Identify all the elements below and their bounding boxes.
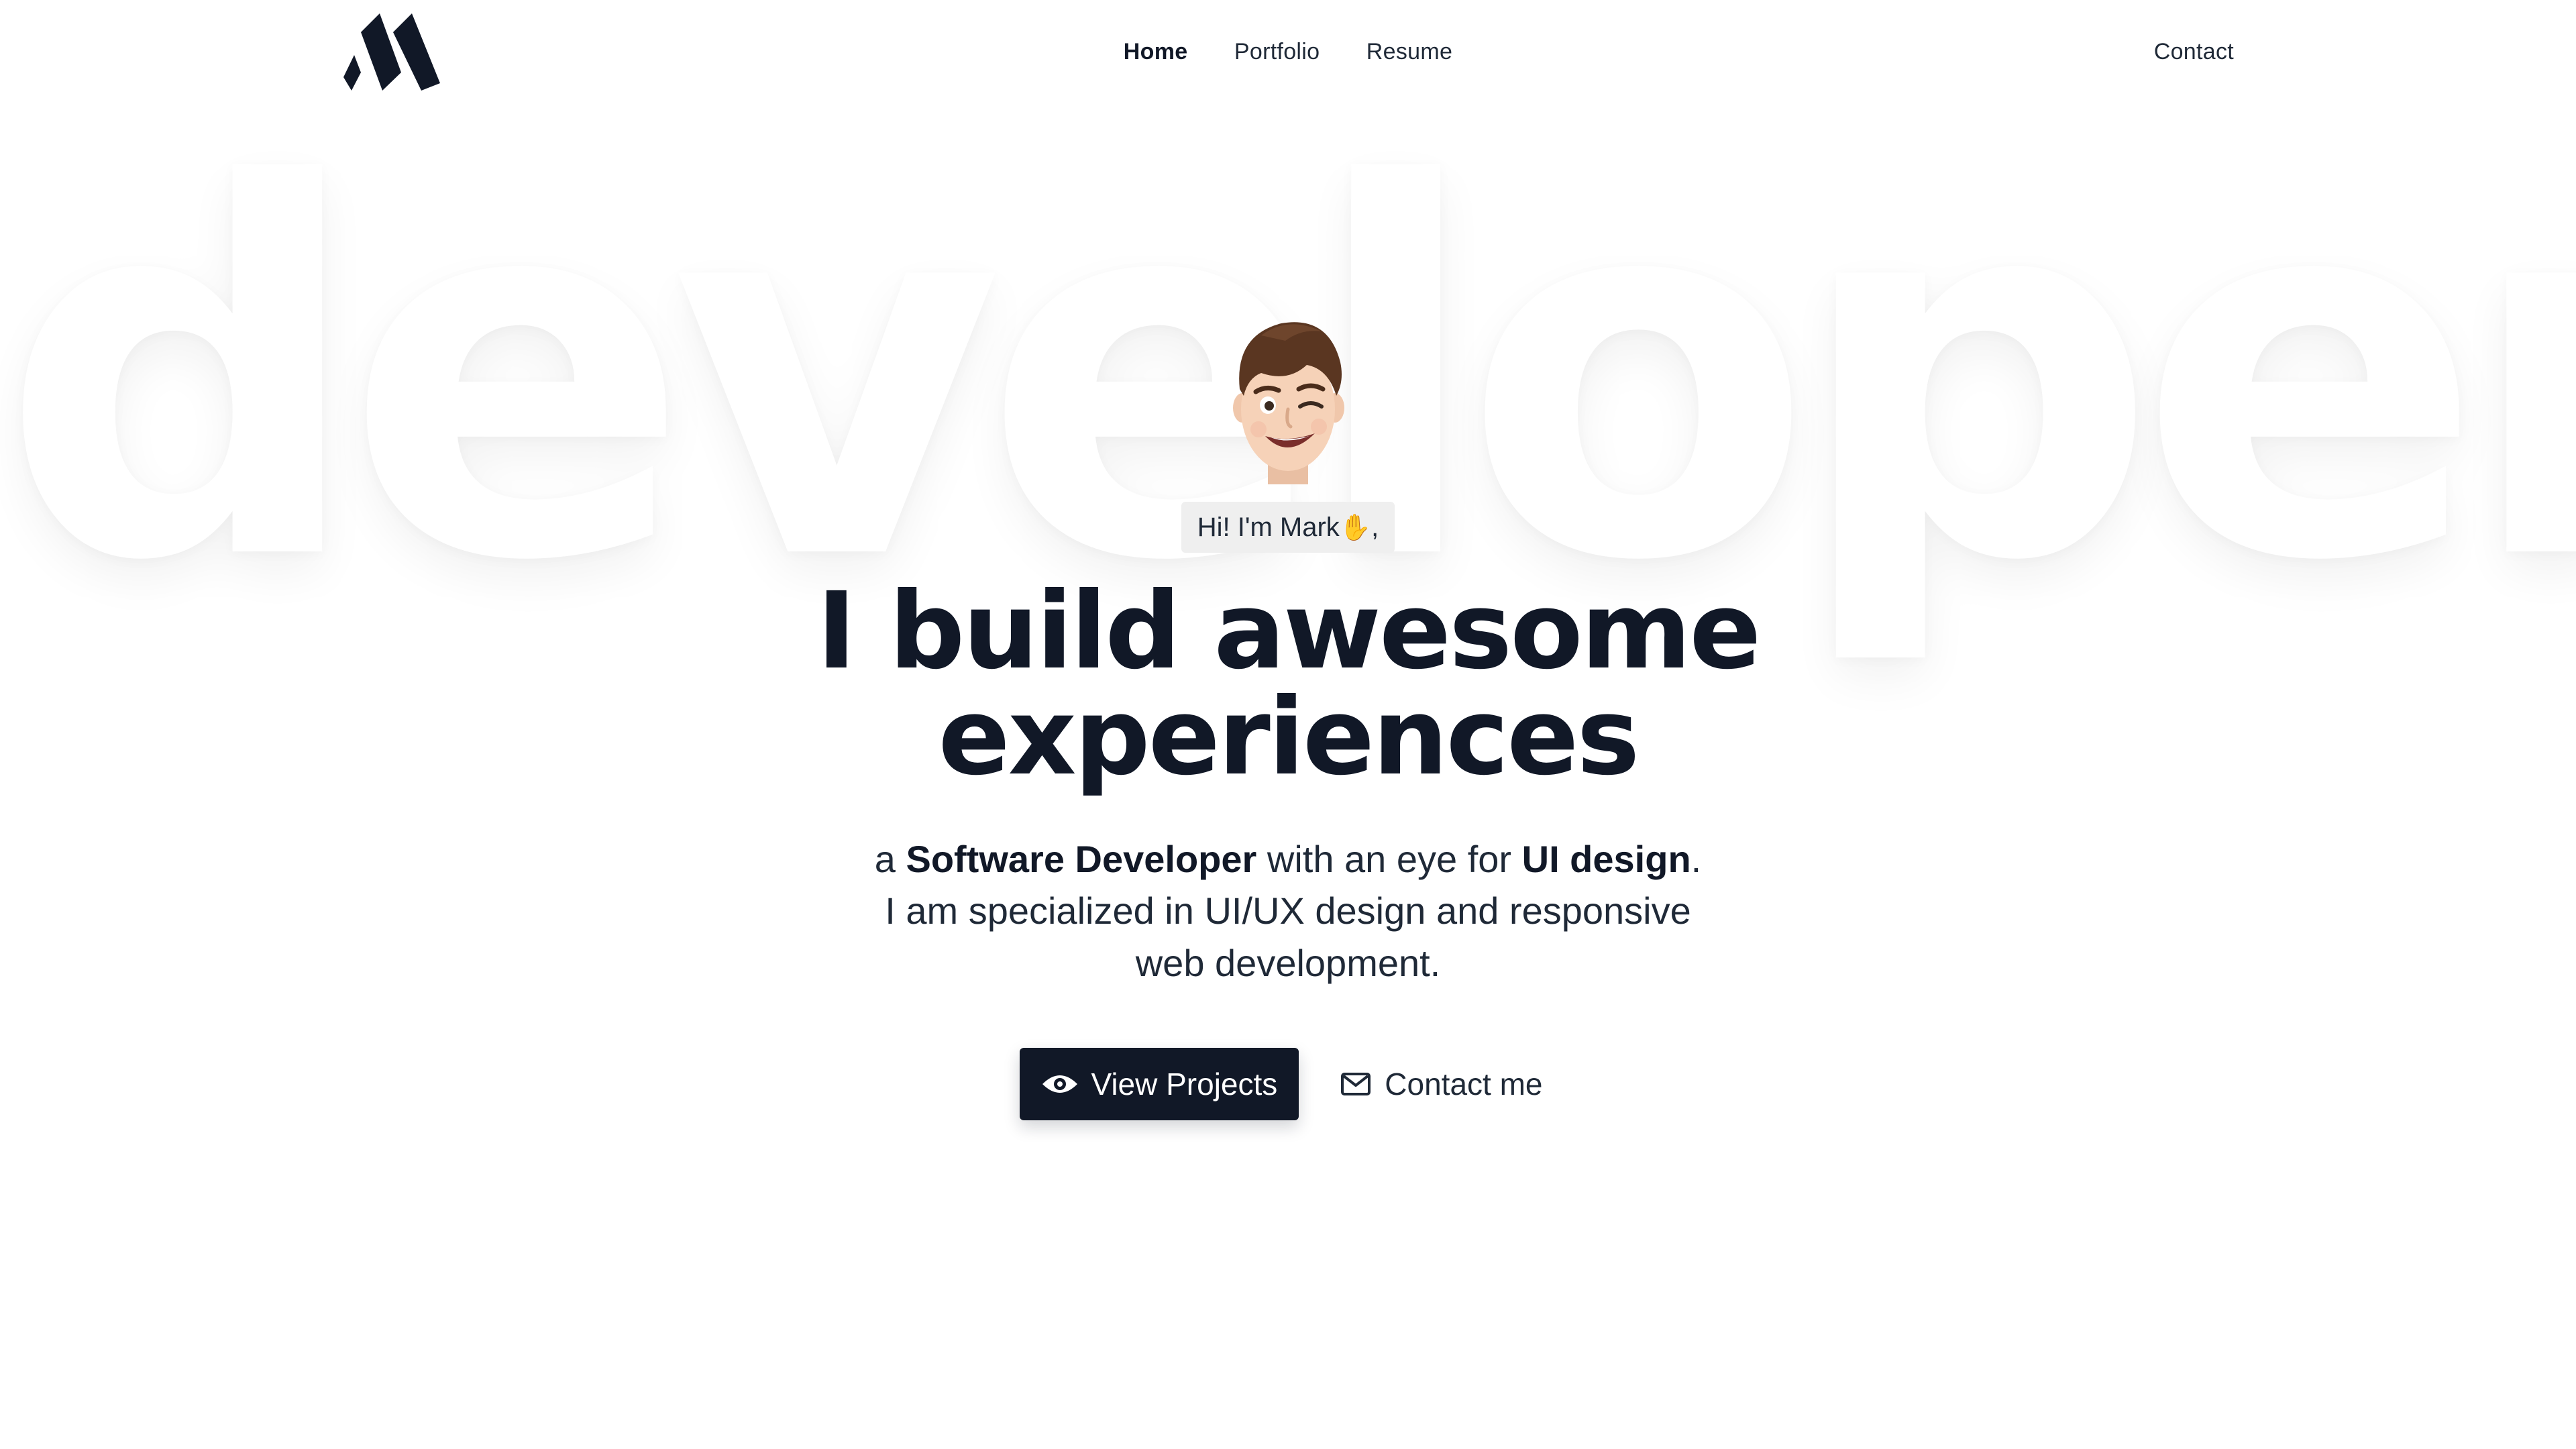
waving-hand-icon: ✋ (1339, 513, 1372, 542)
subtitle-strong-role: Software Developer (906, 838, 1257, 880)
mail-icon (1341, 1072, 1371, 1095)
view-projects-label: View Projects (1091, 1066, 1278, 1102)
nav-portfolio[interactable]: Portfolio (1234, 39, 1320, 65)
greeting-badge: Hi! I'm Mark✋, (1181, 502, 1395, 553)
contact-me-button[interactable]: Contact me (1340, 1066, 1543, 1102)
greeting-suffix: , (1371, 513, 1379, 542)
top-navigation: Home Portfolio Resume Contact (0, 0, 2576, 107)
hero-subtitle: a Software Developer with an eye for UI … (818, 833, 1758, 989)
hero-section: Hi! I'm Mark✋, I build awesome experienc… (0, 309, 2576, 1120)
eye-icon (1042, 1075, 1078, 1093)
greeting-text: Hi! I'm Mark (1197, 513, 1340, 542)
cta-row: View Projects Contact me (0, 1047, 2576, 1120)
hero-headline: I build awesome experiences (0, 578, 2576, 790)
avatar-icon (1233, 322, 1344, 484)
subtitle-mid: with an eye for (1256, 838, 1522, 880)
page: Home Portfolio Resume Contact developer (0, 0, 2576, 1449)
headline-line-1: I build awesome (816, 570, 1762, 693)
subtitle-strong-skill: UI design (1521, 838, 1691, 880)
view-projects-button[interactable]: View Projects (1020, 1047, 1299, 1120)
subtitle-prefix: a (874, 838, 906, 880)
contact-me-label: Contact me (1385, 1066, 1543, 1102)
subtitle-line-3: web development. (1135, 941, 1441, 984)
nav-contact[interactable]: Contact (2154, 39, 2234, 65)
subtitle-line-2: I am specialized in UI/UX design and res… (885, 890, 1691, 932)
nav-home[interactable]: Home (1124, 39, 1188, 65)
nav-resume[interactable]: Resume (1366, 39, 1452, 65)
subtitle-end: . (1690, 838, 1702, 880)
avatar-memoji (1221, 309, 1355, 490)
headline-line-2: experiences (938, 676, 1640, 799)
